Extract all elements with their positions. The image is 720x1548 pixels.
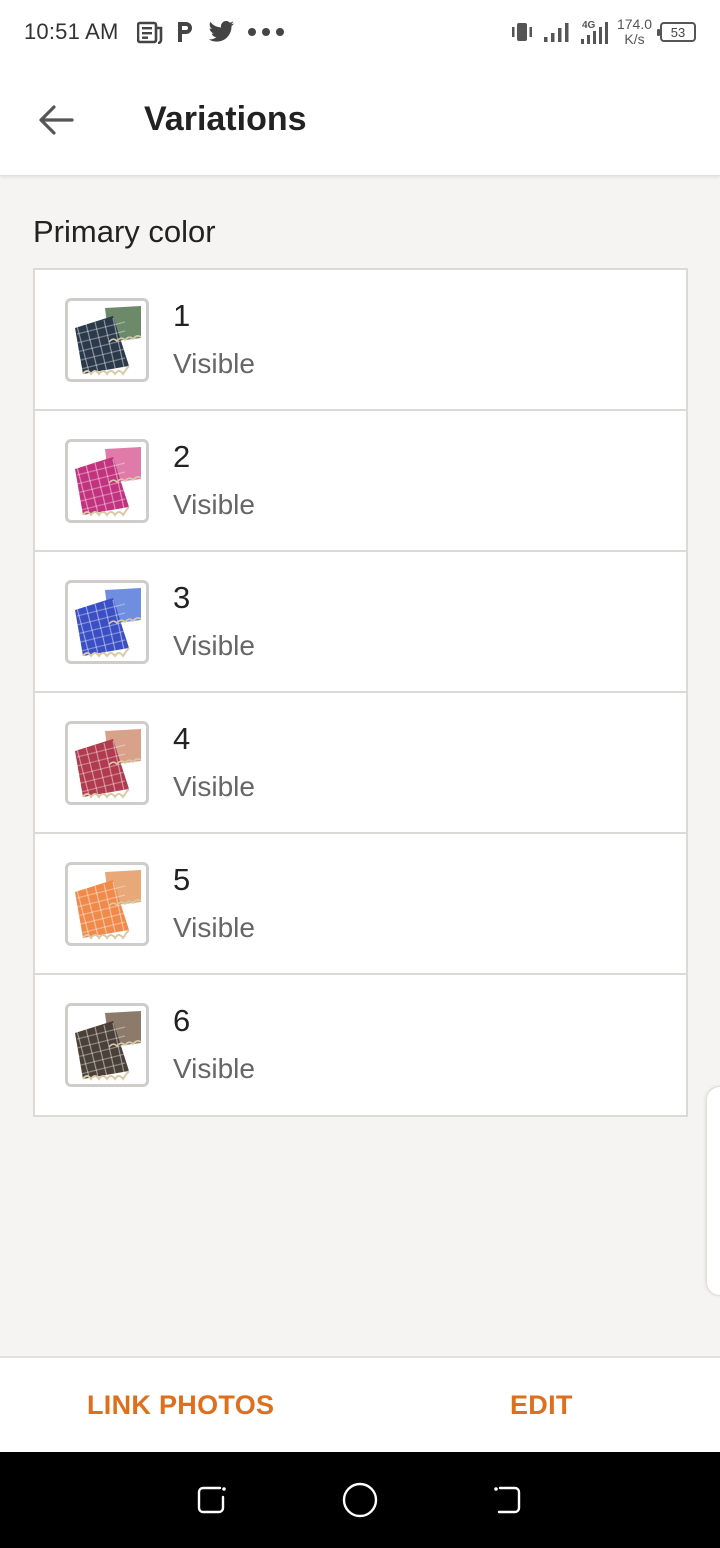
news-icon <box>136 20 163 44</box>
variation-status: Visible <box>173 347 255 379</box>
variation-status: Visible <box>173 629 255 661</box>
app-root: 10:51 AM 4G 174.0 K/s 53 Variations Prim… <box>0 0 720 1548</box>
variation-status: Visible <box>173 911 255 943</box>
bottom-action-bar: LINK PHOTOS EDIT <box>0 1356 720 1452</box>
variation-item-5[interactable]: 5 Visible <box>35 834 686 975</box>
battery-level: 53 <box>670 24 686 40</box>
more-dots-icon <box>247 27 287 37</box>
variation-item-1[interactable]: 1 Visible <box>35 270 686 411</box>
status-right: 4G 174.0 K/s 53 <box>509 17 696 47</box>
edit-button[interactable]: EDIT <box>510 1390 573 1421</box>
twitter-icon <box>207 20 235 44</box>
variation-item-6[interactable]: 6 Visible <box>35 975 686 1115</box>
variation-text: 2 Visible <box>173 437 255 525</box>
variation-name: 4 <box>173 720 191 756</box>
signal-icon <box>543 21 571 43</box>
variation-text: 4 Visible <box>173 719 255 807</box>
section-label-primary-color: Primary color <box>33 214 216 249</box>
variation-status: Visible <box>173 1053 255 1084</box>
variation-thumbnail <box>65 579 149 664</box>
variation-thumbnail <box>65 297 149 382</box>
home-circle-icon <box>342 1482 378 1518</box>
variation-name: 5 <box>173 861 191 897</box>
link-photos-button[interactable]: LINK PHOTOS <box>87 1390 274 1421</box>
status-left: 10:51 AM <box>24 19 287 45</box>
edge-drawer-handle[interactable] <box>706 1086 720 1296</box>
variation-name: 3 <box>173 579 191 615</box>
variation-item-2[interactable]: 2 Visible <box>35 411 686 552</box>
recents-button[interactable] <box>183 1470 243 1530</box>
home-button[interactable] <box>330 1470 390 1530</box>
variation-thumbnail <box>65 438 149 523</box>
back-nav-icon <box>493 1486 520 1514</box>
variation-text: 1 Visible <box>173 296 255 384</box>
vibrate-icon <box>509 21 535 43</box>
recents-icon <box>198 1486 227 1514</box>
system-nav-bar <box>0 1452 720 1548</box>
variation-thumbnail <box>65 861 149 946</box>
status-time: 10:51 AM <box>24 19 119 44</box>
variation-text: 3 Visible <box>173 578 255 666</box>
network-speed: 174.0 K/s <box>617 17 652 47</box>
battery-icon: 53 <box>657 22 696 42</box>
variation-status: Visible <box>173 488 255 520</box>
variation-item-4[interactable]: 4 Visible <box>35 693 686 834</box>
variation-status: Visible <box>173 770 255 802</box>
back-nav-button[interactable] <box>477 1470 537 1530</box>
network-speed-unit: K/s <box>624 31 645 47</box>
variation-list: 1 Visible 2 Visible 3 Visible 4 Visible … <box>33 268 688 1117</box>
variation-text: 6 Visible <box>173 1001 255 1089</box>
variation-name: 2 <box>173 438 191 474</box>
signal-4g-icon: 4G <box>579 19 609 45</box>
svg-text:4G: 4G <box>582 20 596 31</box>
back-button[interactable] <box>24 88 88 152</box>
variation-thumbnail <box>65 720 149 805</box>
page-title: Variations <box>144 100 307 138</box>
paypal-icon <box>175 20 195 44</box>
network-speed-value: 174.0 <box>616 16 652 32</box>
variation-name: 6 <box>173 1003 191 1038</box>
variation-thumbnail <box>65 1003 149 1087</box>
arrow-left-icon <box>39 104 74 135</box>
variation-text: 5 Visible <box>173 860 255 948</box>
variation-item-3[interactable]: 3 Visible <box>35 552 686 693</box>
variation-name: 1 <box>173 297 191 333</box>
status-bar: 10:51 AM 4G 174.0 K/s 53 <box>0 0 720 64</box>
app-bar: Variations <box>0 64 720 176</box>
